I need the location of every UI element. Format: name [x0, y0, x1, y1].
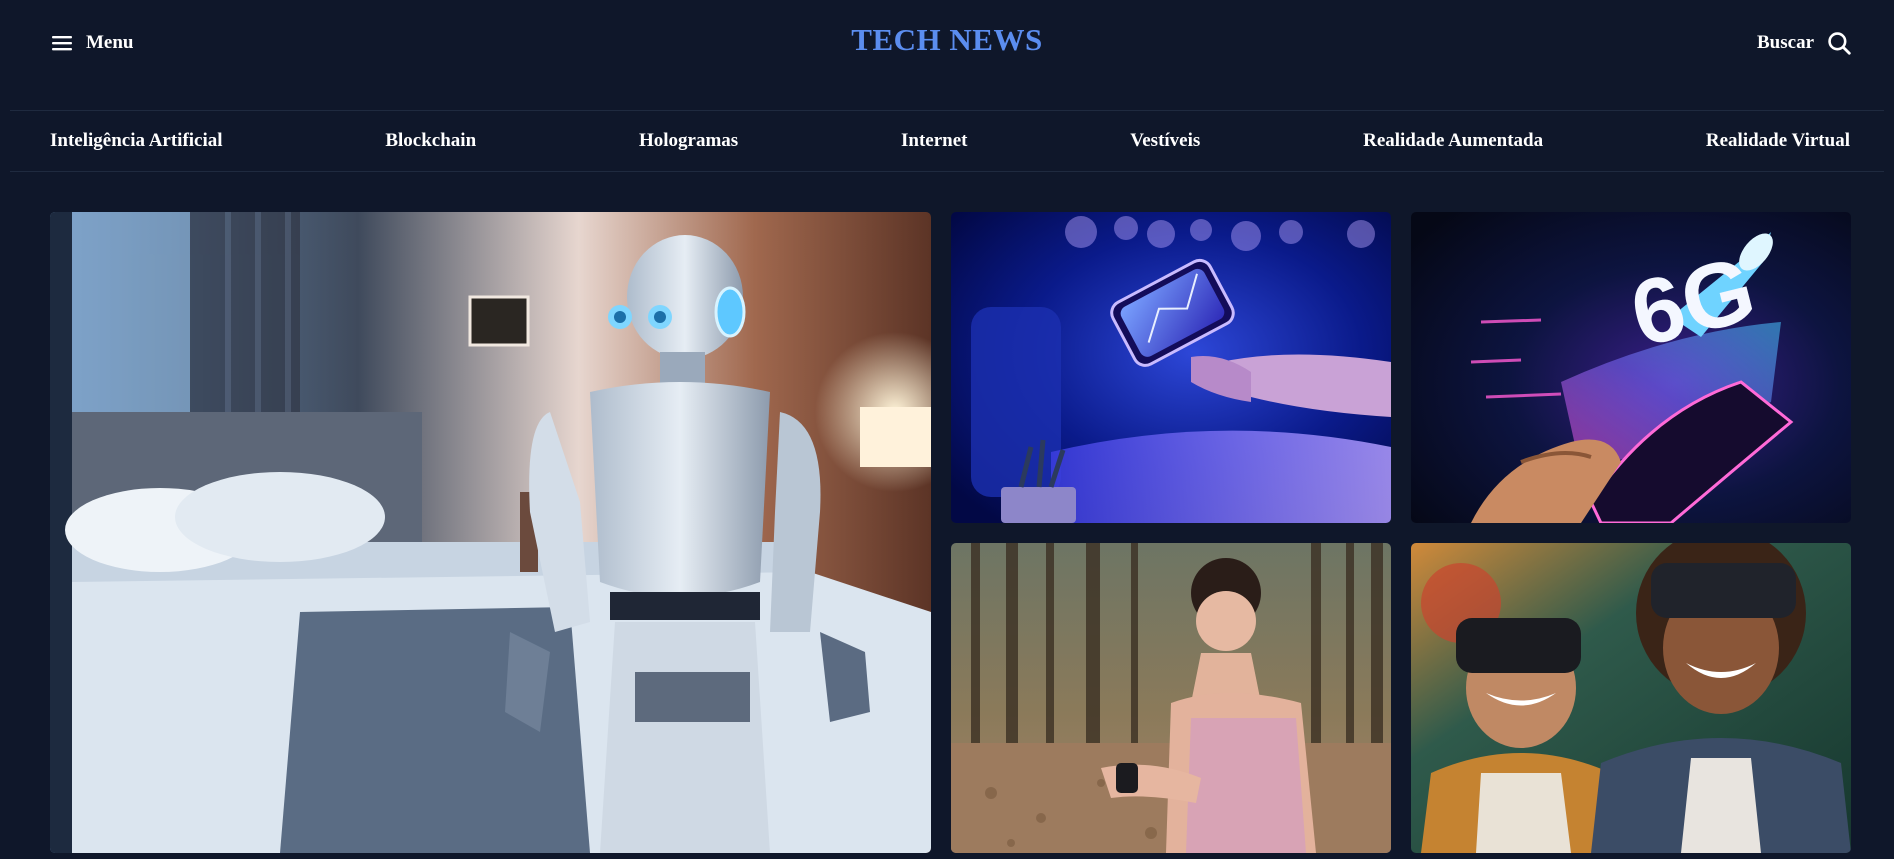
- 6g-smartphone-rocket-image: 6G: [1411, 212, 1851, 523]
- nav-item-blockchain[interactable]: Blockchain: [385, 130, 476, 152]
- nav-item-internet[interactable]: Internet: [901, 130, 967, 152]
- nav-item-realidade-aumentada[interactable]: Realidade Aumentada: [1363, 130, 1543, 152]
- nav-bottom-divider: [10, 171, 1884, 172]
- nav-item-inteligencia-artificial[interactable]: Inteligência Artificial: [50, 130, 223, 152]
- search-icon: [1828, 32, 1851, 55]
- brand-container: TECH NEWS: [0, 22, 1894, 58]
- menu-button[interactable]: Menu: [50, 28, 134, 58]
- category-nav: Inteligência Artificial Blockchain Holog…: [50, 110, 1850, 172]
- hand-holding-smartphone-image: [951, 212, 1391, 523]
- featured-article-3[interactable]: 6G: [1411, 212, 1851, 523]
- hamburger-icon: [52, 36, 72, 51]
- kids-wearing-vr-headsets-image: [1411, 543, 1851, 853]
- site-logo-text[interactable]: TECH NEWS: [851, 22, 1042, 57]
- featured-article-2[interactable]: [951, 212, 1391, 523]
- nav-item-realidade-virtual[interactable]: Realidade Virtual: [1706, 130, 1850, 152]
- featured-article-5[interactable]: [1411, 543, 1851, 853]
- featured-article-4[interactable]: [951, 543, 1391, 853]
- nav-item-hologramas[interactable]: Hologramas: [639, 130, 738, 152]
- site-header: Menu TECH NEWS Buscar: [0, 0, 1894, 88]
- search-button[interactable]: Buscar: [1757, 28, 1852, 58]
- search-label: Buscar: [1757, 32, 1814, 53]
- nav-item-vestiveis[interactable]: Vestíveis: [1130, 130, 1200, 152]
- menu-label: Menu: [86, 32, 134, 53]
- robot-in-bedroom-image: [50, 212, 931, 853]
- featured-article-main[interactable]: [50, 212, 931, 853]
- woman-checking-smartwatch-image: [951, 543, 1391, 853]
